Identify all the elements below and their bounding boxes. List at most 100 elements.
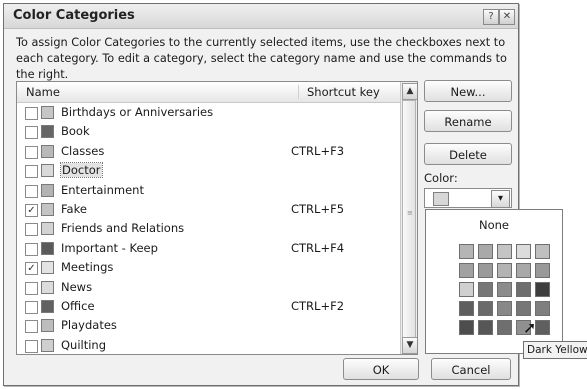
scroll-thumb[interactable]: ≡: [402, 100, 416, 338]
category-row[interactable]: ✓ Fake CTRL+F5: [17, 200, 401, 219]
category-color-swatch: [41, 280, 54, 294]
category-checkbox[interactable]: ✓: [25, 262, 38, 276]
category-row[interactable]: Office CTRL+F2: [17, 297, 401, 316]
none-color-option[interactable]: None: [426, 218, 562, 232]
category-checkbox[interactable]: [25, 223, 38, 237]
category-checkbox[interactable]: [25, 242, 38, 256]
category-name[interactable]: Quilting: [61, 338, 106, 352]
rename-button[interactable]: Rename: [424, 110, 512, 132]
color-swatch[interactable]: [459, 320, 474, 335]
category-name[interactable]: Doctor: [60, 162, 103, 179]
category-row[interactable]: Doctor: [17, 161, 401, 180]
list-header: Name Shortcut key: [17, 82, 401, 103]
list-scrollbar[interactable]: ▲ ≡ ▼: [400, 82, 417, 354]
category-shortcut: CTRL+F5: [291, 201, 345, 216]
column-header-name[interactable]: Name: [26, 85, 60, 99]
color-swatch[interactable]: [497, 263, 512, 278]
color-swatch[interactable]: [478, 282, 493, 297]
category-checkbox[interactable]: [25, 339, 38, 353]
category-checkbox[interactable]: [25, 145, 38, 159]
category-color-swatch: [41, 164, 54, 178]
title-bar: Color Categories ? ✕: [4, 4, 518, 29]
category-color-swatch: [41, 319, 54, 333]
category-shortcut: CTRL+F3: [291, 143, 345, 158]
category-row[interactable]: Birthdays or Anniversaries: [17, 103, 401, 122]
category-row[interactable]: Entertainment: [17, 181, 401, 200]
category-name[interactable]: Entertainment: [61, 183, 144, 197]
color-swatch[interactable]: [535, 244, 550, 259]
category-row[interactable]: Quilting: [17, 336, 401, 354]
category-checkbox[interactable]: [25, 300, 38, 314]
grip-icon: ≡: [407, 209, 413, 217]
category-checkbox[interactable]: [25, 165, 38, 179]
cancel-button[interactable]: Cancel: [431, 358, 511, 380]
category-color-swatch: [41, 261, 54, 275]
category-name[interactable]: Birthdays or Anniversaries: [61, 105, 213, 119]
color-swatch[interactable]: [478, 244, 493, 259]
color-swatch[interactable]: [459, 244, 474, 259]
category-name[interactable]: Playdates: [61, 318, 117, 332]
color-tooltip: Dark Yellow: [523, 341, 587, 359]
color-swatch[interactable]: [535, 282, 550, 297]
category-color-swatch: [41, 202, 54, 216]
category-row[interactable]: News: [17, 278, 401, 297]
color-swatch[interactable]: [497, 301, 512, 316]
category-checkbox[interactable]: [25, 126, 38, 140]
category-row[interactable]: Classes CTRL+F3: [17, 142, 401, 161]
categories-list[interactable]: Name Shortcut key Birthdays or Anniversa…: [16, 81, 418, 355]
color-swatch[interactable]: [516, 263, 531, 278]
category-color-swatch: [41, 338, 54, 352]
selected-color-chip: [433, 192, 449, 206]
category-checkbox[interactable]: [25, 107, 38, 120]
category-checkbox[interactable]: [25, 320, 38, 334]
color-swatch[interactable]: [497, 282, 512, 297]
color-swatch[interactable]: [535, 301, 550, 316]
color-palette-popup: None: [425, 209, 563, 354]
category-name[interactable]: Office: [61, 299, 95, 313]
category-name[interactable]: Friends and Relations: [61, 221, 184, 235]
dialog-title: Color Categories: [13, 8, 135, 23]
scroll-up-button[interactable]: ▲: [402, 83, 417, 100]
ok-button[interactable]: OK: [343, 358, 419, 380]
category-checkbox[interactable]: ✓: [25, 203, 38, 217]
dropdown-arrow-icon[interactable]: ▾: [491, 190, 510, 208]
close-button[interactable]: ✕: [499, 9, 515, 25]
color-swatch[interactable]: [459, 263, 474, 278]
color-swatch[interactable]: [516, 282, 531, 297]
category-name[interactable]: Classes: [61, 144, 104, 158]
color-swatch[interactable]: [497, 244, 512, 259]
category-name[interactable]: Book: [61, 124, 90, 138]
color-swatch[interactable]: [535, 320, 550, 335]
color-swatch[interactable]: [459, 301, 474, 316]
category-name[interactable]: Important - Keep: [61, 241, 158, 255]
category-name[interactable]: News: [61, 280, 92, 294]
category-row[interactable]: Important - Keep CTRL+F4: [17, 239, 401, 258]
color-swatch[interactable]: [497, 320, 512, 335]
color-swatch[interactable]: [535, 263, 550, 278]
color-swatch[interactable]: [478, 263, 493, 278]
color-dropdown[interactable]: ▾: [424, 188, 512, 208]
category-color-swatch: [41, 125, 54, 139]
color-swatch[interactable]: [459, 282, 474, 297]
color-swatch[interactable]: [516, 301, 531, 316]
category-row[interactable]: ✓ Meetings: [17, 258, 401, 277]
category-color-swatch: [41, 299, 54, 313]
scroll-down-button[interactable]: ▼: [402, 337, 417, 354]
new-button[interactable]: New...: [424, 80, 512, 102]
help-button[interactable]: ?: [483, 9, 499, 25]
column-header-shortcut[interactable]: Shortcut key: [298, 85, 380, 99]
category-row[interactable]: Friends and Relations: [17, 219, 401, 238]
color-label: Color:: [424, 171, 458, 185]
color-swatch[interactable]: [478, 301, 493, 316]
category-color-swatch: [41, 183, 54, 197]
category-row[interactable]: Book: [17, 122, 401, 141]
color-swatch[interactable]: [478, 320, 493, 335]
color-swatch[interactable]: [516, 244, 531, 259]
category-checkbox[interactable]: [25, 281, 38, 295]
category-checkbox[interactable]: [25, 184, 38, 198]
dialog-description: To assign Color Categories to the curren…: [16, 36, 507, 81]
category-row[interactable]: Playdates: [17, 316, 401, 335]
delete-button[interactable]: Delete: [424, 143, 512, 165]
category-name[interactable]: Meetings: [61, 260, 113, 274]
category-name[interactable]: Fake: [61, 202, 87, 216]
